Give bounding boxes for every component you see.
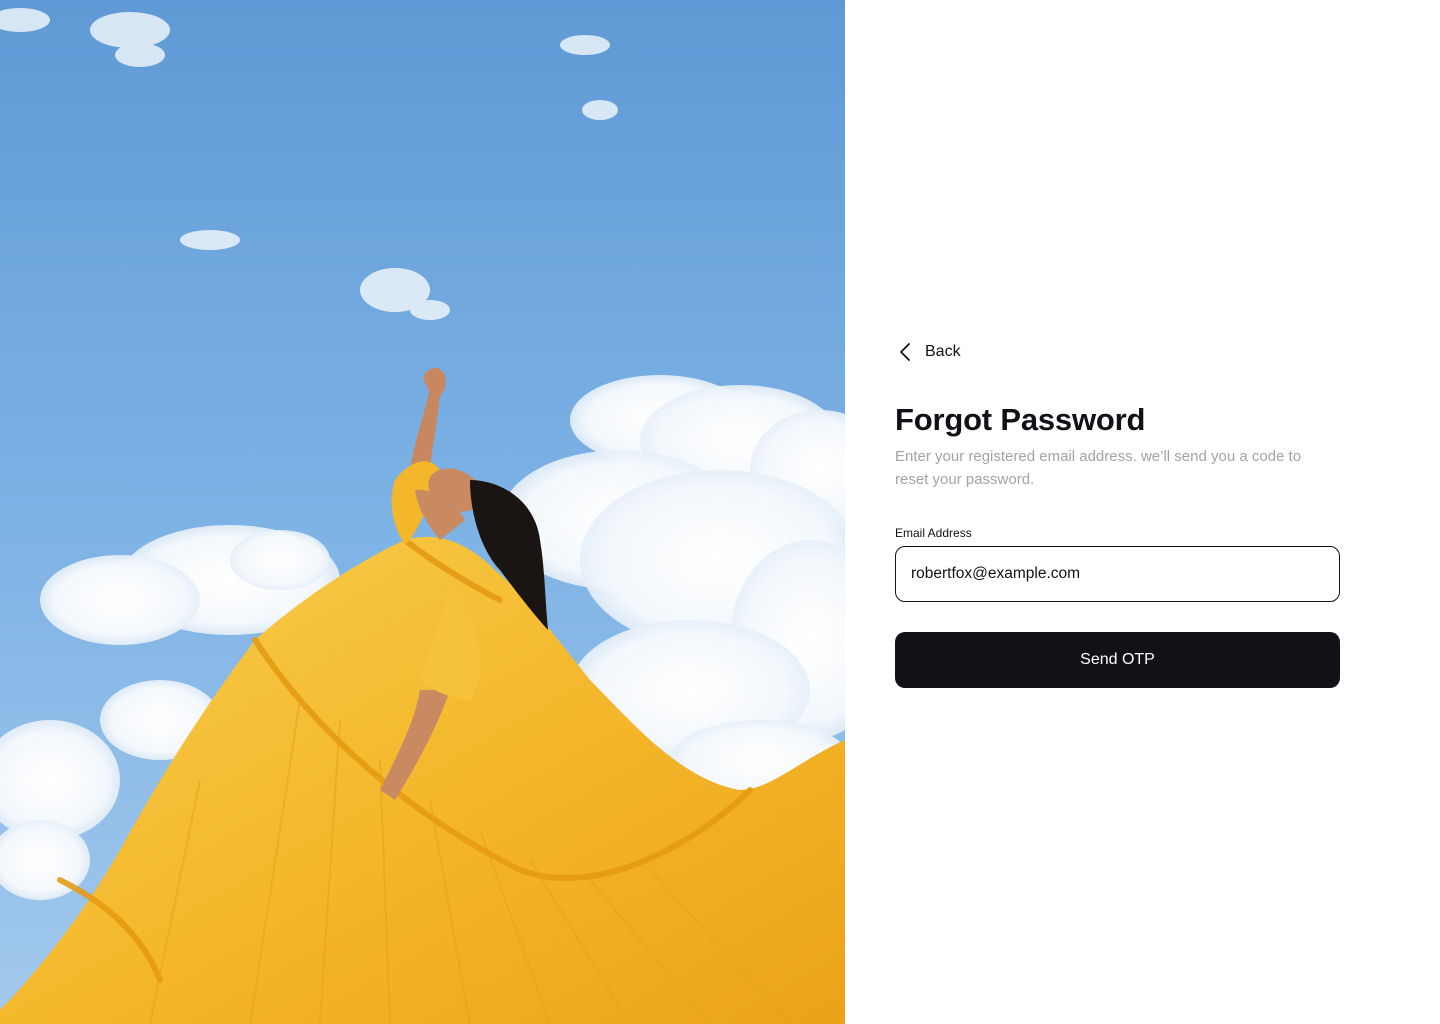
hero-image xyxy=(0,0,845,1024)
page-subtitle: Enter your registered email address. we’… xyxy=(895,448,1302,488)
send-otp-button[interactable]: Send OTP xyxy=(895,632,1340,688)
back-link[interactable]: Back xyxy=(895,339,961,365)
hero-illustration xyxy=(0,0,845,1024)
forgot-password-form: Back Forgot Password Enter your register… xyxy=(895,339,1340,688)
chevron-left-icon xyxy=(895,341,917,363)
email-field[interactable] xyxy=(895,546,1340,602)
forgot-password-page: Back Forgot Password Enter your register… xyxy=(0,0,1440,1024)
page-title: Forgot Password xyxy=(895,402,1146,437)
form-panel: Back Forgot Password Enter your register… xyxy=(845,0,1440,1024)
back-label: Back xyxy=(925,343,961,360)
email-label: Email Address xyxy=(895,526,972,540)
